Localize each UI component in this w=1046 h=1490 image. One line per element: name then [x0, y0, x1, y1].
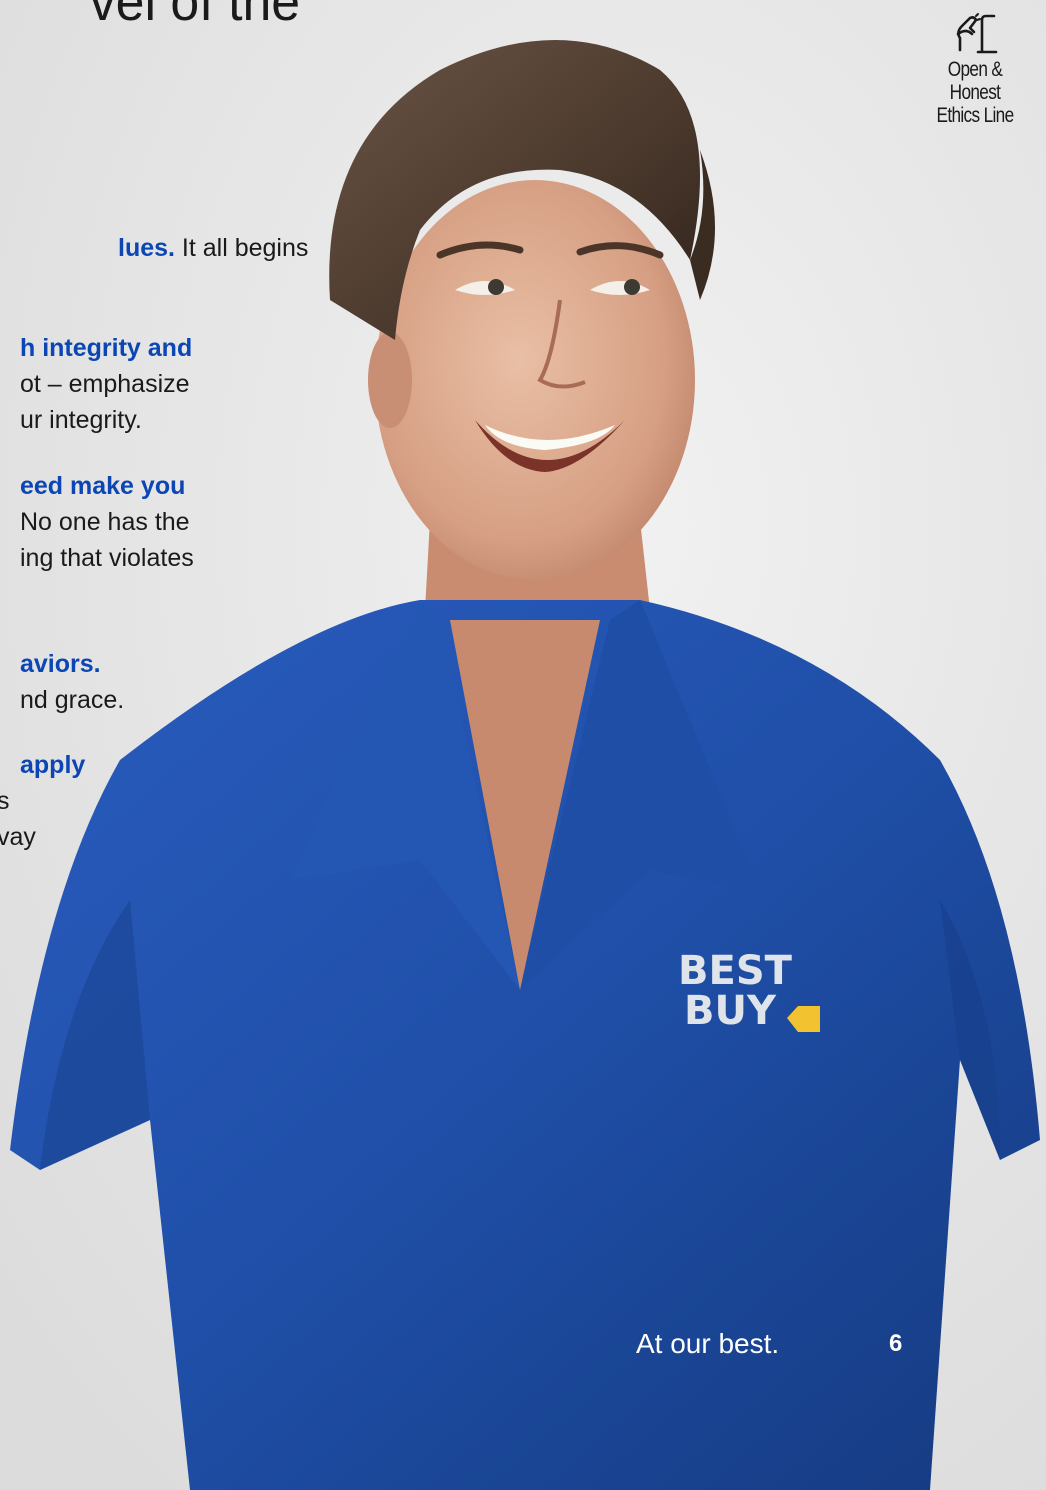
paragraph-line: s	[0, 783, 10, 819]
paragraph-line: ot – emphasize	[20, 366, 190, 402]
body-text: s	[0, 787, 10, 815]
document-page: BEST BUY vel of the lues. It all begins …	[0, 0, 1046, 1490]
body-text: ur integrity.	[20, 406, 142, 434]
phone-hand-icon	[956, 13, 998, 54]
ethics-line-label-3: Ethics Line	[936, 104, 1014, 127]
paragraph-line: vay	[0, 819, 36, 855]
page-number: 6	[889, 1330, 903, 1357]
paragraph-line: ing that violates	[20, 540, 194, 576]
emphasis-text: h integrity and	[20, 334, 193, 362]
portrait-photo: BEST BUY	[0, 0, 1046, 1490]
ethics-line-label-1: Open &	[947, 58, 1003, 81]
ethics-line-link[interactable]: Open & Honest Ethics Line	[920, 12, 1030, 127]
body-text: ing that violates	[20, 544, 194, 572]
paragraph-line: h integrity and	[20, 330, 192, 366]
headline: vel of the	[89, 0, 300, 32]
paragraph-line: nd grace.	[20, 682, 124, 718]
emphasis-text: aviors.	[20, 650, 101, 678]
shirt-logo-line2: BUY	[684, 988, 777, 1034]
paragraph-line: ur integrity.	[20, 402, 142, 438]
paragraph-line: aviors.	[20, 646, 101, 682]
body-text: It all begins	[174, 234, 309, 262]
footer-tagline: At our best.	[636, 1328, 780, 1359]
paragraph-line: apply	[20, 747, 85, 783]
ethics-line-label-2: Honest	[949, 81, 1001, 104]
paragraph-line: No one has the	[20, 504, 190, 540]
body-text: No one has the	[20, 508, 190, 536]
emphasis-text: eed make you	[20, 472, 186, 500]
paragraph-line: eed make you	[20, 468, 185, 504]
body-text: ot – emphasize	[20, 370, 190, 398]
emphasis-text: lues.	[118, 234, 175, 262]
emphasis-text: apply	[20, 751, 86, 779]
body-text: vay	[0, 823, 36, 851]
paragraph-line: lues. It all begins	[118, 230, 308, 266]
body-text: nd grace.	[20, 686, 125, 714]
